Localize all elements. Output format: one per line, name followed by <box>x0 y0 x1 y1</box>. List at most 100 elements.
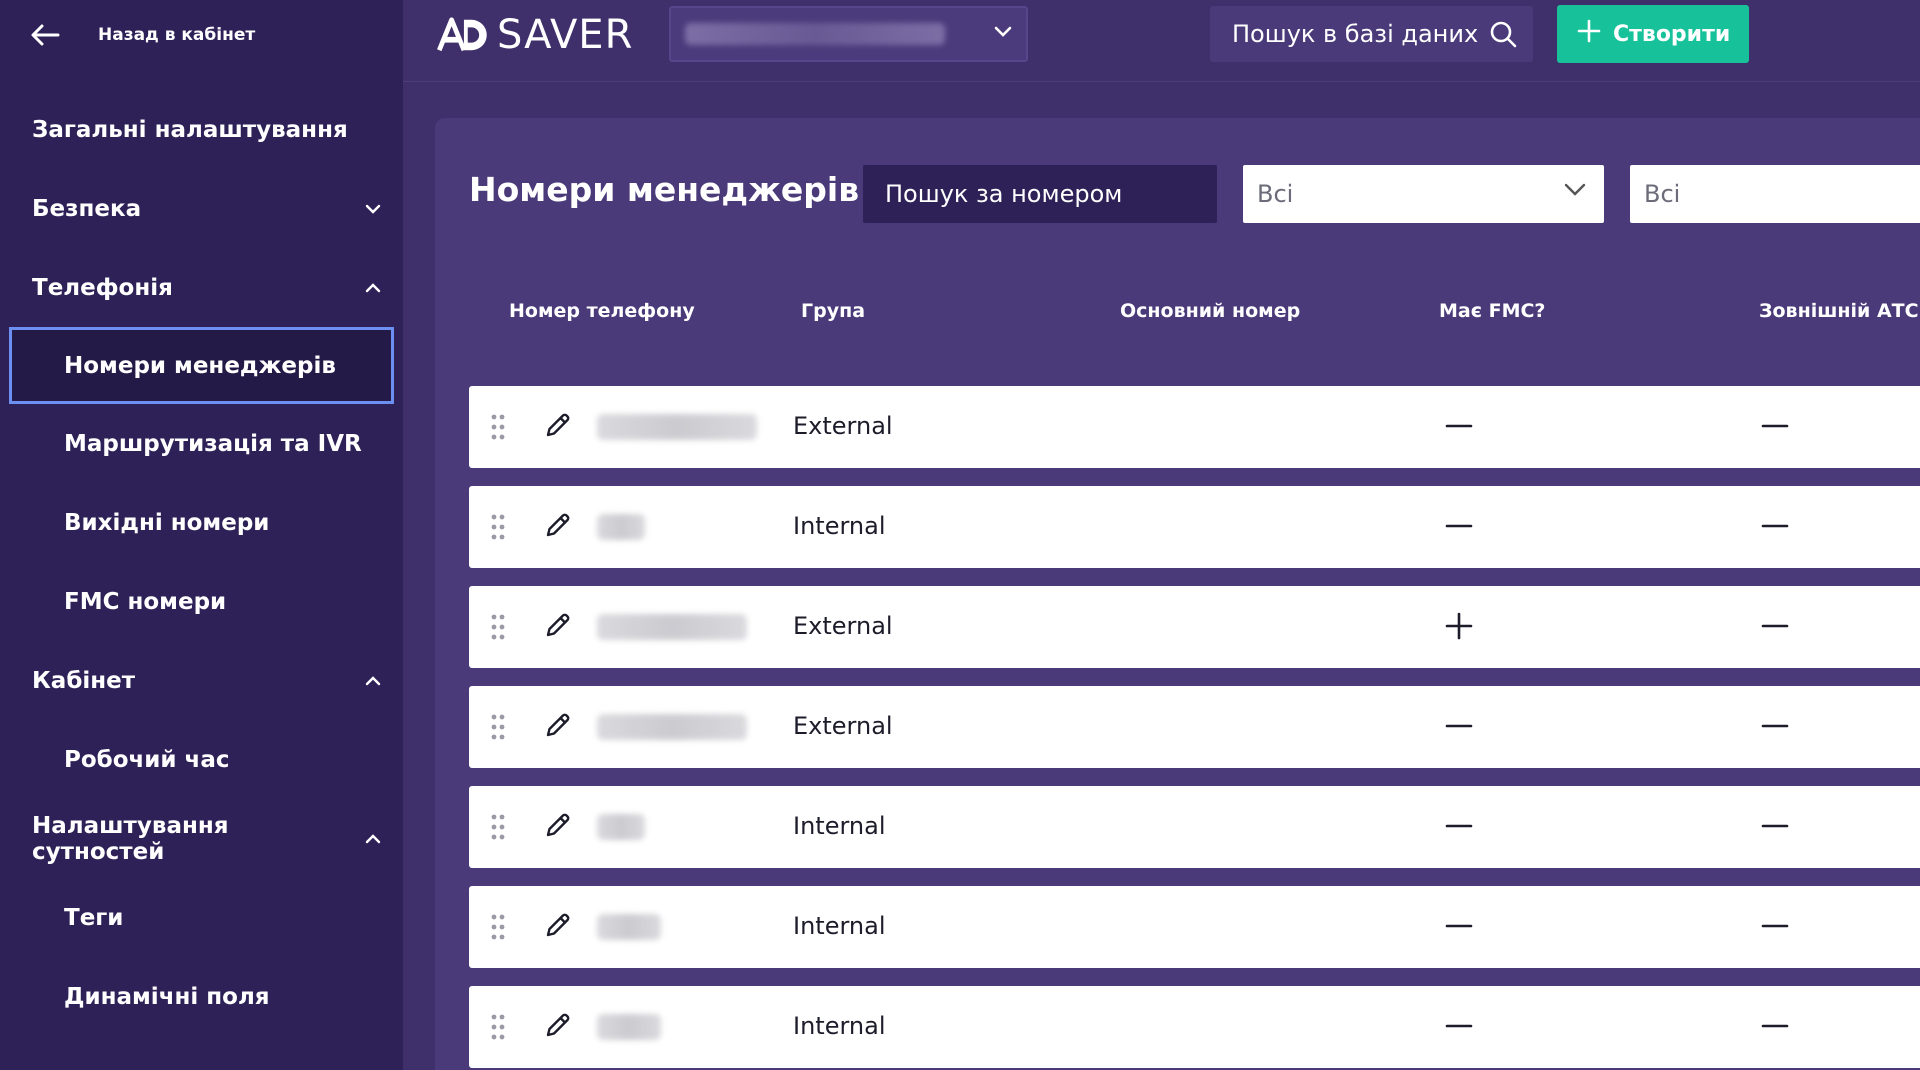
create-button-label: Створити <box>1613 21 1731 47</box>
table-row[interactable]: External <box>469 686 1920 768</box>
chevron-up-icon[interactable] <box>365 282 381 293</box>
dash-icon <box>1759 910 1791 942</box>
project-select[interactable] <box>669 6 1028 62</box>
dash-icon <box>1759 710 1791 742</box>
sidebar-item-label: Номери менеджерів <box>64 352 336 379</box>
chevron-up-icon[interactable] <box>365 833 381 844</box>
number-search-input[interactable] <box>863 165 1217 223</box>
sidebar-item-label: Маршрутизація та IVR <box>64 430 362 457</box>
plus-icon <box>1443 610 1475 642</box>
table-row[interactable]: External <box>469 386 1920 468</box>
sidebar-item[interactable]: Робочий час <box>0 720 403 799</box>
dash-icon <box>1443 810 1475 842</box>
sidebar-item[interactable]: Динамічні поля <box>0 957 403 1036</box>
column-header-external-pbx[interactable]: Зовнішній АТС <box>1759 300 1919 322</box>
logo-mark-icon <box>437 17 487 52</box>
sidebar-item[interactable]: Теги <box>0 878 403 957</box>
chevron-down-icon <box>994 26 1012 38</box>
app-root: Назад в кабінет Загальні налаштування Без… <box>0 0 1920 1070</box>
edit-pencil-icon[interactable] <box>543 510 573 544</box>
drag-handle-icon[interactable] <box>491 414 505 444</box>
table-row[interactable]: Internal <box>469 486 1920 568</box>
edit-pencil-icon[interactable] <box>543 410 573 444</box>
top-bar: SAVER Пошук в базі даних Створити <box>403 0 1920 82</box>
sidebar-item[interactable]: Телефонія <box>0 248 403 327</box>
sidebar-item[interactable]: Налаштування сутностей <box>0 799 403 878</box>
sidebar: Назад в кабінет Загальні налаштування Без… <box>0 0 403 1070</box>
drag-handle-icon[interactable] <box>491 614 505 644</box>
page-title: Номери менеджерів <box>469 170 860 209</box>
chevron-down-icon <box>1564 183 1586 197</box>
logo[interactable]: SAVER <box>435 12 634 58</box>
phone-number-redacted <box>597 414 757 440</box>
edit-pencil-icon[interactable] <box>543 1010 573 1044</box>
sidebar-item-label: Кабінет <box>32 667 136 694</box>
drag-handle-icon[interactable] <box>491 514 505 544</box>
sidebar-item-label: Загальні налаштування <box>32 116 348 143</box>
sidebar-item[interactable]: Загальні налаштування <box>0 90 403 169</box>
database-search[interactable]: Пошук в базі даних <box>1210 6 1533 62</box>
drag-handle-icon[interactable] <box>491 914 505 944</box>
dash-icon <box>1443 1010 1475 1042</box>
edit-pencil-icon[interactable] <box>543 610 573 644</box>
table-row[interactable]: Internal <box>469 786 1920 868</box>
plus-icon <box>1577 19 1601 49</box>
dash-icon <box>1443 510 1475 542</box>
drag-handle-icon[interactable] <box>491 814 505 844</box>
table-row[interactable]: Internal <box>469 886 1920 968</box>
sidebar-item-label: Робочий час <box>64 746 230 773</box>
table-row[interactable]: Internal <box>469 986 1920 1068</box>
chevron-up-icon[interactable] <box>365 675 381 686</box>
column-header-main-number[interactable]: Основний номер <box>1120 300 1300 322</box>
database-search-label: Пошук в базі даних <box>1232 20 1479 48</box>
phone-number-redacted <box>597 914 661 940</box>
sidebar-item[interactable]: Маршрутизація та IVR <box>0 404 403 483</box>
sidebar-nav: Загальні налаштування Безпека Телефонія Ном… <box>0 90 403 1036</box>
second-filter-select[interactable]: Всі <box>1630 165 1920 223</box>
group-cell: External <box>793 412 893 440</box>
dash-icon <box>1443 910 1475 942</box>
column-header-has-fmc[interactable]: Має FMC? <box>1439 300 1545 322</box>
dash-icon <box>1443 410 1475 442</box>
phone-number-redacted <box>597 714 747 740</box>
phone-number-redacted <box>597 514 645 540</box>
column-header-group[interactable]: Група <box>801 300 865 322</box>
sidebar-item-label: Безпека <box>32 195 142 222</box>
sidebar-item[interactable]: FMC номери <box>0 562 403 641</box>
sidebar-item-label: Теги <box>64 904 124 931</box>
group-cell: External <box>793 612 893 640</box>
create-button[interactable]: Створити <box>1557 5 1749 63</box>
sidebar-item-label: Динамічні поля <box>64 983 270 1010</box>
group-filter-select[interactable]: Всі <box>1243 165 1604 223</box>
drag-handle-icon[interactable] <box>491 1014 505 1044</box>
phone-number-redacted <box>597 1014 661 1040</box>
phone-number-redacted <box>597 614 747 640</box>
group-cell: Internal <box>793 912 886 940</box>
sidebar-item-label: Вихідні номери <box>64 509 270 536</box>
search-icon[interactable] <box>1489 20 1517 54</box>
dash-icon <box>1759 410 1791 442</box>
logo-text: SAVER <box>497 12 634 58</box>
edit-pencil-icon[interactable] <box>543 910 573 944</box>
dash-icon <box>1759 510 1791 542</box>
dash-icon <box>1759 810 1791 842</box>
table-row[interactable]: External <box>469 586 1920 668</box>
sidebar-item[interactable]: Номери менеджерів <box>9 327 394 404</box>
dash-icon <box>1443 710 1475 742</box>
drag-handle-icon[interactable] <box>491 714 505 744</box>
group-cell: Internal <box>793 1012 886 1040</box>
dash-icon <box>1759 1010 1791 1042</box>
sidebar-item[interactable]: Кабінет <box>0 641 403 720</box>
sidebar-item[interactable]: Вихідні номери <box>0 483 403 562</box>
dash-icon <box>1759 610 1791 642</box>
chevron-down-icon[interactable] <box>365 204 381 214</box>
edit-pencil-icon[interactable] <box>543 710 573 744</box>
group-filter-value: Всі <box>1257 180 1294 208</box>
column-header-phone[interactable]: Номер телефону <box>509 300 695 322</box>
sidebar-item[interactable]: Безпека <box>0 169 403 248</box>
back-to-cabinet-link[interactable]: Назад в кабінет <box>0 0 403 70</box>
sidebar-item-label: FMC номери <box>64 588 227 615</box>
edit-pencil-icon[interactable] <box>543 810 573 844</box>
back-label: Назад в кабінет <box>98 25 256 45</box>
sidebar-item-label: Налаштування сутностей <box>32 812 229 865</box>
